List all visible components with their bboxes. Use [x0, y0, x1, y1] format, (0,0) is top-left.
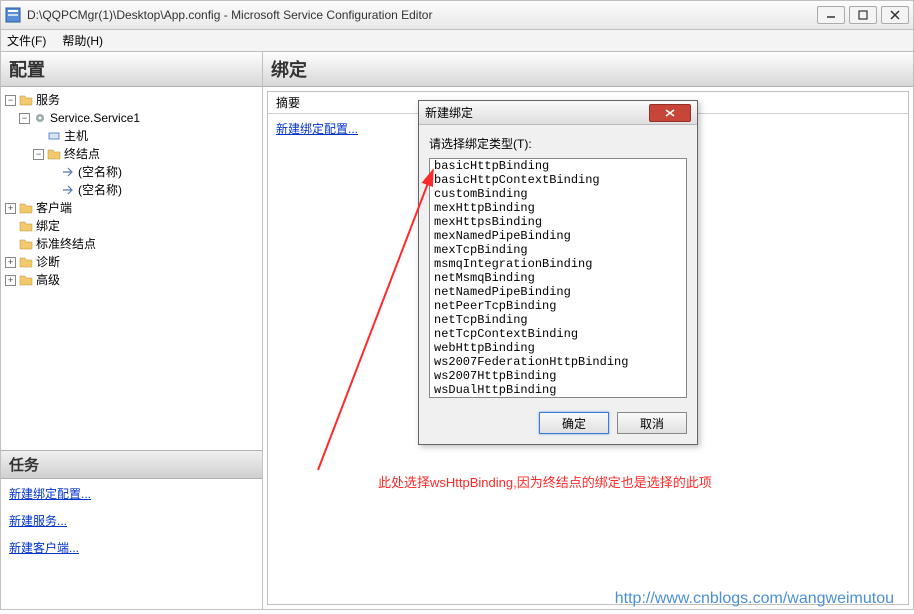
- list-item[interactable]: ws2007HttpBinding: [430, 369, 686, 383]
- bindings-header: 绑定: [263, 52, 913, 87]
- list-item[interactable]: customBinding: [430, 187, 686, 201]
- list-item[interactable]: basicHttpBinding: [430, 159, 686, 173]
- folder-icon: [19, 237, 33, 251]
- list-item[interactable]: wsDualHttpBinding: [430, 383, 686, 397]
- tree-advanced[interactable]: + 高级: [3, 271, 260, 289]
- tree-label: (空名称): [78, 181, 122, 199]
- tree-label: (空名称): [78, 163, 122, 181]
- close-button[interactable]: [881, 6, 909, 24]
- tree-label: 标准终结点: [36, 235, 96, 253]
- list-item[interactable]: netNamedPipeBinding: [430, 285, 686, 299]
- window-title: D:\QQPCMgr(1)\Desktop\App.config - Micro…: [27, 8, 817, 22]
- task-new-client[interactable]: 新建客户端...: [9, 539, 254, 556]
- app-icon: [5, 7, 21, 23]
- gear-icon: [33, 111, 47, 125]
- dialog-title-bar[interactable]: 新建绑定: [419, 101, 697, 125]
- title-bar: D:\QQPCMgr(1)\Desktop\App.config - Micro…: [0, 0, 914, 30]
- list-item[interactable]: mexNamedPipeBinding: [430, 229, 686, 243]
- tree-host[interactable]: 主机: [31, 127, 260, 145]
- collapse-icon[interactable]: −: [19, 113, 30, 124]
- annotation-text: 此处选择wsHttpBinding,因为终结点的绑定也是选择的此项: [378, 472, 712, 491]
- ok-button[interactable]: 确定: [539, 412, 609, 434]
- tree-label: 主机: [64, 127, 88, 145]
- collapse-icon[interactable]: −: [33, 149, 44, 160]
- list-item[interactable]: mexHttpsBinding: [430, 215, 686, 229]
- list-item[interactable]: msmqIntegrationBinding: [430, 257, 686, 271]
- folder-icon: [19, 273, 33, 287]
- host-icon: [47, 129, 61, 143]
- endpoint-icon: [61, 165, 75, 179]
- watermark: http://www.cnblogs.com/wangweimutou: [615, 590, 894, 608]
- list-item[interactable]: netTcpBinding: [430, 313, 686, 327]
- tree-services[interactable]: − 服务: [3, 91, 260, 109]
- list-item[interactable]: mexHttpBinding: [430, 201, 686, 215]
- tree-diagnostics[interactable]: + 诊断: [3, 253, 260, 271]
- list-item[interactable]: mexTcpBinding: [430, 243, 686, 257]
- new-binding-dialog: 新建绑定 请选择绑定类型(T): basicHttpBindingbasicHt…: [418, 100, 698, 445]
- tree-service1[interactable]: − Service.Service1: [17, 109, 260, 127]
- tree-label: 诊断: [36, 253, 60, 271]
- list-item[interactable]: netMsmqBinding: [430, 271, 686, 285]
- list-item[interactable]: webHttpBinding: [430, 341, 686, 355]
- tree-bindings[interactable]: 绑定: [3, 217, 260, 235]
- tree-endpoints[interactable]: − 终结点: [31, 145, 260, 163]
- tree-endpoint-1[interactable]: (空名称): [45, 163, 260, 181]
- folder-icon: [47, 147, 61, 161]
- tree-label: 高级: [36, 271, 60, 289]
- tree-label: Service.Service1: [50, 109, 140, 127]
- list-item[interactable]: ws2007FederationHttpBinding: [430, 355, 686, 369]
- tree-std-endpoints[interactable]: 标准终结点: [3, 235, 260, 253]
- tree-label: 绑定: [36, 217, 60, 235]
- config-tree[interactable]: − 服务 − Service.Service1: [1, 87, 262, 450]
- list-item[interactable]: wsFederationHttpBinding: [430, 397, 686, 398]
- menu-bar: 文件(F) 帮助(H): [0, 30, 914, 52]
- list-item[interactable]: netTcpContextBinding: [430, 327, 686, 341]
- endpoint-icon: [61, 183, 75, 197]
- tree-endpoint-2[interactable]: (空名称): [45, 181, 260, 199]
- folder-icon: [19, 255, 33, 269]
- left-panel: 配置 − 服务 − Service.Service1: [1, 52, 263, 609]
- expand-icon[interactable]: +: [5, 275, 16, 286]
- list-item[interactable]: netPeerTcpBinding: [430, 299, 686, 313]
- folder-icon: [19, 93, 33, 107]
- maximize-button[interactable]: [849, 6, 877, 24]
- dialog-close-button[interactable]: [649, 104, 691, 122]
- collapse-icon[interactable]: −: [5, 95, 16, 106]
- menu-file[interactable]: 文件(F): [7, 32, 46, 49]
- expand-icon[interactable]: +: [5, 203, 16, 214]
- tasks-panel: 新建绑定配置... 新建服务... 新建客户端...: [1, 479, 262, 609]
- task-new-service[interactable]: 新建服务...: [9, 512, 254, 529]
- tree-label: 终结点: [64, 145, 100, 163]
- tree-label: 客户端: [36, 199, 72, 217]
- tree-label: 服务: [36, 91, 60, 109]
- task-new-binding-config[interactable]: 新建绑定配置...: [9, 485, 254, 502]
- config-header: 配置: [1, 52, 262, 87]
- expand-icon[interactable]: +: [5, 257, 16, 268]
- menu-help[interactable]: 帮助(H): [62, 32, 103, 49]
- list-item[interactable]: basicHttpContextBinding: [430, 173, 686, 187]
- new-binding-link[interactable]: 新建绑定配置...: [276, 122, 358, 136]
- binding-type-listbox[interactable]: basicHttpBindingbasicHttpContextBindingc…: [429, 158, 687, 398]
- dialog-title: 新建绑定: [425, 104, 649, 121]
- tree-client[interactable]: + 客户端: [3, 199, 260, 217]
- minimize-button[interactable]: [817, 6, 845, 24]
- folder-icon: [19, 219, 33, 233]
- tasks-header: 任务: [1, 450, 262, 479]
- cancel-button[interactable]: 取消: [617, 412, 687, 434]
- folder-icon: [19, 201, 33, 215]
- dialog-prompt: 请选择绑定类型(T):: [429, 135, 687, 152]
